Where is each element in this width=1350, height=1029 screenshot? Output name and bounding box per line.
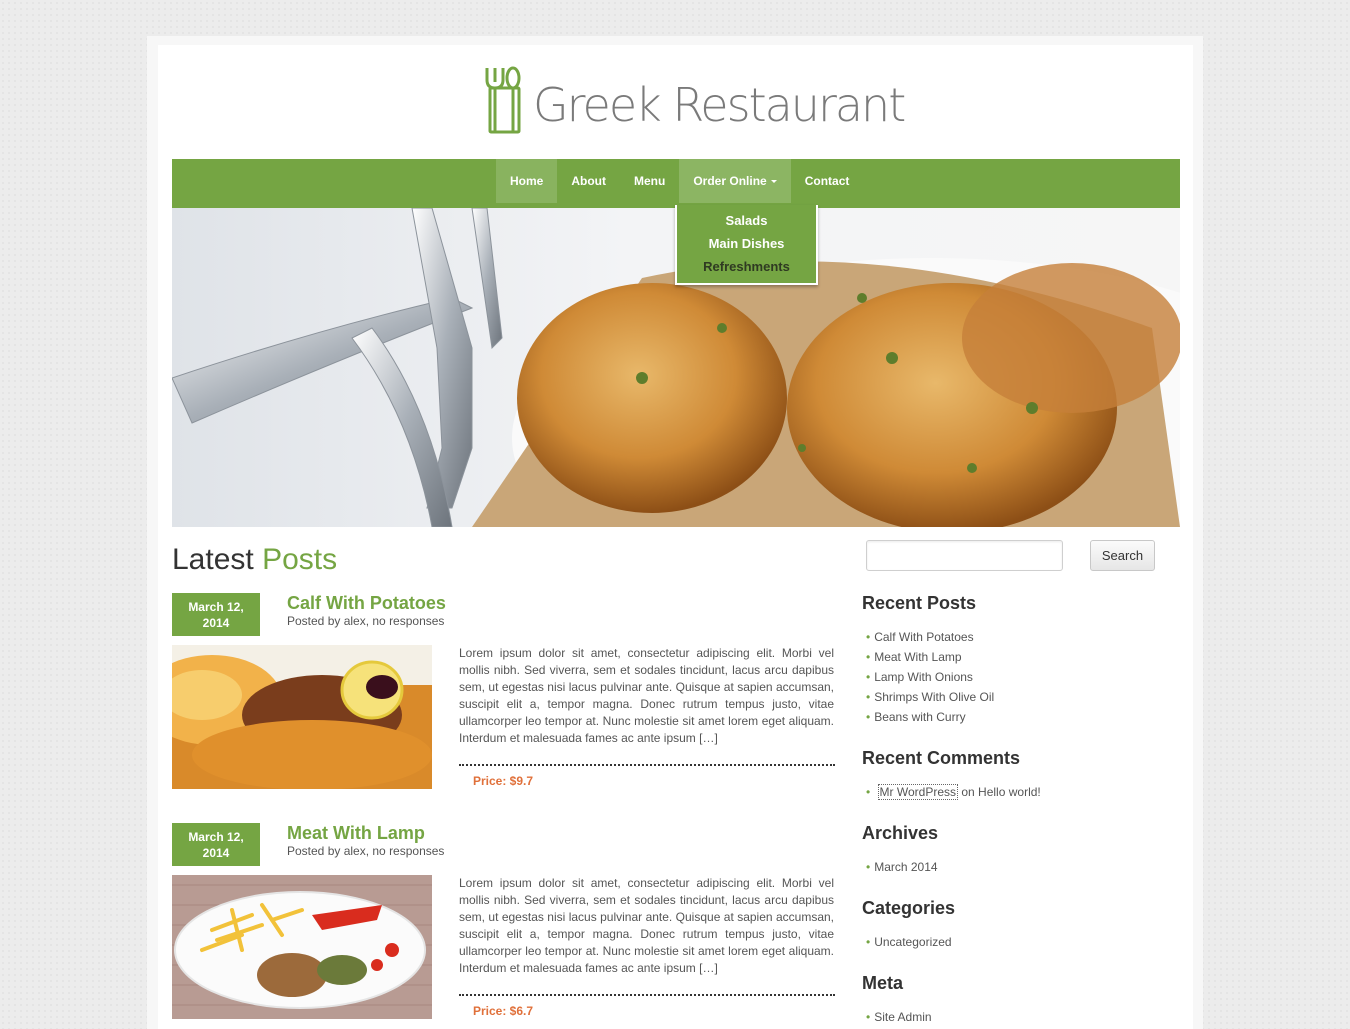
- recent-post-link[interactable]: Lamp With Onions: [874, 670, 973, 684]
- post-item: March 12, 2014 Meat With Lamp Posted by …: [172, 823, 837, 1023]
- comment-author-link[interactable]: Mr WordPress: [877, 784, 958, 800]
- latest-posts-title-part2: Posts: [262, 543, 338, 576]
- recent-comments-title: Recent Comments: [862, 748, 1021, 768]
- categories-title: Categories: [862, 898, 956, 918]
- recent-posts-title: Recent Posts: [862, 593, 977, 613]
- nav-item-order-online-label: Order Online: [693, 174, 767, 188]
- nav-item-order-online[interactable]: Order Online: [679, 159, 791, 203]
- date-line1: March 12,: [188, 600, 244, 614]
- recent-posts-list: Calf With Potatoes Meat With Lamp Lamp W…: [866, 630, 994, 730]
- date-line1: March 12,: [188, 830, 244, 844]
- comment-post-link[interactable]: Hello world!: [978, 785, 1041, 799]
- nav-item-about[interactable]: About: [557, 159, 620, 203]
- date-line2: 2014: [202, 616, 230, 630]
- archives-title: Archives: [862, 823, 939, 843]
- archives-list: March 2014: [866, 860, 937, 880]
- recent-post-link[interactable]: Meat With Lamp: [874, 650, 961, 664]
- post-title[interactable]: Calf With Potatoes: [287, 593, 446, 614]
- site-logo[interactable]: Greek Restaurant: [483, 64, 906, 136]
- recent-post-link[interactable]: Calf With Potatoes: [874, 630, 973, 644]
- post-divider: [459, 764, 835, 766]
- post-meta: Posted by alex, no responses: [287, 844, 445, 858]
- dropdown-item-main-dishes[interactable]: Main Dishes: [709, 235, 785, 258]
- list-item[interactable]: Shrimps With Olive Oil: [866, 690, 994, 710]
- search-button[interactable]: Search: [1090, 540, 1155, 571]
- date-badge: March 12, 2014: [172, 823, 260, 866]
- meta-list: Site Admin: [866, 1010, 931, 1029]
- post-item: March 12, 2014 Calf With Potatoes Posted…: [172, 593, 837, 793]
- post-thumbnail[interactable]: [172, 875, 432, 1019]
- list-item[interactable]: Site Admin: [866, 1010, 931, 1029]
- list-item[interactable]: Meat With Lamp: [866, 650, 994, 670]
- meta-link[interactable]: Site Admin: [874, 1010, 931, 1024]
- post-divider: [459, 994, 835, 996]
- list-item[interactable]: Beans with Curry: [866, 710, 994, 730]
- nav-item-menu[interactable]: Menu: [620, 159, 679, 203]
- list-item[interactable]: Uncategorized: [866, 935, 951, 955]
- post-price: Price: $9.7: [473, 774, 534, 788]
- date-badge: March 12, 2014: [172, 593, 260, 636]
- post-price: Price: $6.7: [473, 1004, 534, 1018]
- category-link[interactable]: Uncategorized: [874, 935, 951, 949]
- fork-spoon-icon: [485, 66, 521, 134]
- recent-post-link[interactable]: Beans with Curry: [874, 710, 965, 724]
- recent-post-link[interactable]: Shrimps With Olive Oil: [874, 690, 994, 704]
- comment-on-text: on: [961, 785, 975, 799]
- post-excerpt: Lorem ipsum dolor sit amet, consectetur …: [459, 876, 834, 975]
- archive-link[interactable]: March 2014: [874, 860, 937, 874]
- order-online-dropdown: Salads Main Dishes Refreshments: [675, 205, 818, 285]
- latest-posts-title: Latest Posts: [172, 543, 337, 577]
- categories-list: Uncategorized: [866, 935, 951, 955]
- nav-item-home[interactable]: Home: [496, 159, 558, 203]
- post-excerpt: Lorem ipsum dolor sit amet, consectetur …: [459, 646, 834, 745]
- list-item[interactable]: Lamp With Onions: [866, 670, 994, 690]
- recent-comments-list: Mr WordPress on Hello world!: [866, 784, 1041, 805]
- list-item: Mr WordPress on Hello world!: [866, 784, 1041, 805]
- nav-item-contact[interactable]: Contact: [791, 159, 864, 203]
- search-input[interactable]: [866, 540, 1063, 571]
- main-nav: Home About Menu Order Online Contact: [172, 159, 1180, 208]
- list-item[interactable]: Calf With Potatoes: [866, 630, 994, 650]
- chevron-down-icon: [770, 179, 777, 183]
- dropdown-item-salads[interactable]: Salads: [726, 212, 768, 235]
- list-item[interactable]: March 2014: [866, 860, 937, 880]
- post-thumbnail[interactable]: [172, 645, 432, 789]
- logo-text: Greek Restaurant: [533, 78, 906, 132]
- latest-posts-title-part1: Latest: [172, 543, 254, 576]
- post-title[interactable]: Meat With Lamp: [287, 823, 425, 844]
- meta-title: Meta: [862, 973, 904, 993]
- dropdown-item-refreshments[interactable]: Refreshments: [703, 258, 790, 281]
- post-meta: Posted by alex, no responses: [287, 614, 445, 628]
- date-line2: 2014: [202, 846, 230, 860]
